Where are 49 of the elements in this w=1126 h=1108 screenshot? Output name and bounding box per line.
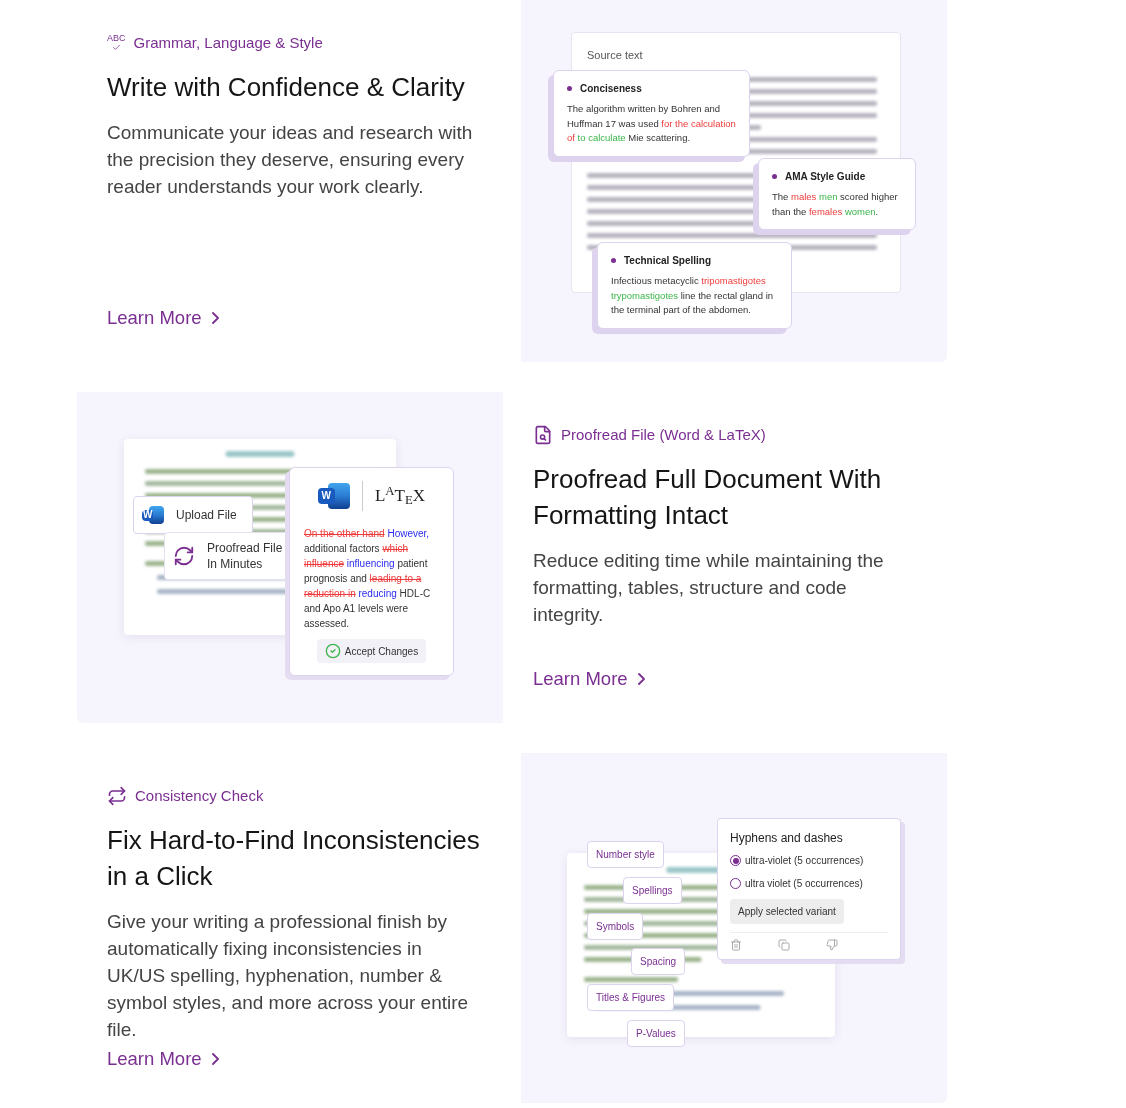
category-label: Grammar, Language & Style	[133, 33, 323, 53]
example-sentence: On the other hand However, additional factors which influence influencing patient prognosis and leading to a reduction in reducing HDL-C and Apo A1 levels were assessed.	[304, 527, 432, 631]
chevron-right-icon	[211, 312, 219, 325]
bullet-icon	[772, 174, 777, 179]
bullet-icon	[567, 86, 572, 91]
copy-icon[interactable]	[778, 939, 790, 951]
category-tag: Titles & Figures	[587, 984, 675, 1011]
variant-radio[interactable]: ultra violet (5 occurrences)	[730, 876, 888, 891]
chip-label: Proofread File In Minutes	[207, 540, 284, 572]
variant-label: ultra violet (5 occurrences)	[745, 877, 863, 891]
sync-icon	[173, 545, 195, 567]
accept-changes-button[interactable]: Accept Changes	[316, 639, 427, 663]
category-label: Proofread File (Word & LaTeX)	[561, 425, 766, 445]
example-sentence: The algorithm written by Bohren and Huffman 17 was used for the calculation of to calculate Mie scattering.	[567, 102, 736, 145]
section-description: Give your writing a professional finish by automatically fixing inconsistencies in UK/US spelling, hyphenation, number & symbol styles, and more across your entire file.	[107, 909, 470, 1042]
category-label: Consistency Check	[135, 786, 264, 806]
variant-radio[interactable]: ultra-violet (5 occurrences)	[730, 853, 888, 868]
example-sentence: The males men scored higher than the females women.	[772, 190, 899, 219]
delete-icon[interactable]	[730, 939, 742, 951]
document-search-icon	[533, 425, 553, 446]
chevron-right-icon	[211, 1053, 219, 1066]
repeat-icon	[107, 786, 127, 807]
category-tag: P-Values	[627, 1020, 685, 1047]
learn-more-link[interactable]: Learn More	[107, 304, 219, 332]
suggestion-title: AMA Style Guide	[785, 170, 866, 184]
example-sentence: Infectious metacyclic tripomastigotes trypomastigotes line the rectal gland in the terminal part of the abdomen.	[611, 274, 775, 317]
section-title: Proofread Full Document With Formatting Intact	[533, 462, 883, 532]
apply-variant-button[interactable]: Apply selected variant	[730, 899, 844, 924]
learn-more-link[interactable]: Learn More	[107, 1045, 219, 1073]
category-tag: Symbols	[587, 913, 644, 940]
bullet-icon	[611, 258, 616, 263]
section-description: Communicate your ideas and research with the precision they deserve, ensuring every reader understands your work clearly.	[107, 120, 474, 199]
section-title: Fix Hard-to-Find Inconsistencies in a Click	[107, 823, 481, 893]
chevron-right-icon	[637, 673, 645, 686]
suggestion-title: Conciseness	[580, 82, 642, 96]
category-tag: Spacing	[631, 948, 686, 975]
suggestion-title: Technical Spelling	[624, 254, 712, 268]
chip-label: Upload File	[176, 507, 237, 524]
latex-logo: L$^{A}$T$_{E}$X	[374, 483, 426, 509]
category-tag: Number style	[587, 841, 664, 868]
thumbs-down-icon[interactable]	[826, 939, 838, 951]
category-tag: Spellings	[623, 877, 682, 904]
check-circle-icon	[324, 643, 341, 659]
variant-label: ultra-violet (5 occurrences)	[745, 854, 864, 868]
section-description: Reduce editing time while maintaining the formatting, tables, structure and code integrity.	[533, 548, 885, 627]
section-title: Write with Confidence & Clarity	[107, 70, 466, 104]
popup-title: Hyphens and dashes	[730, 830, 844, 847]
source-text-label: Source text	[587, 48, 644, 63]
learn-more-link[interactable]: Learn More	[533, 665, 645, 693]
